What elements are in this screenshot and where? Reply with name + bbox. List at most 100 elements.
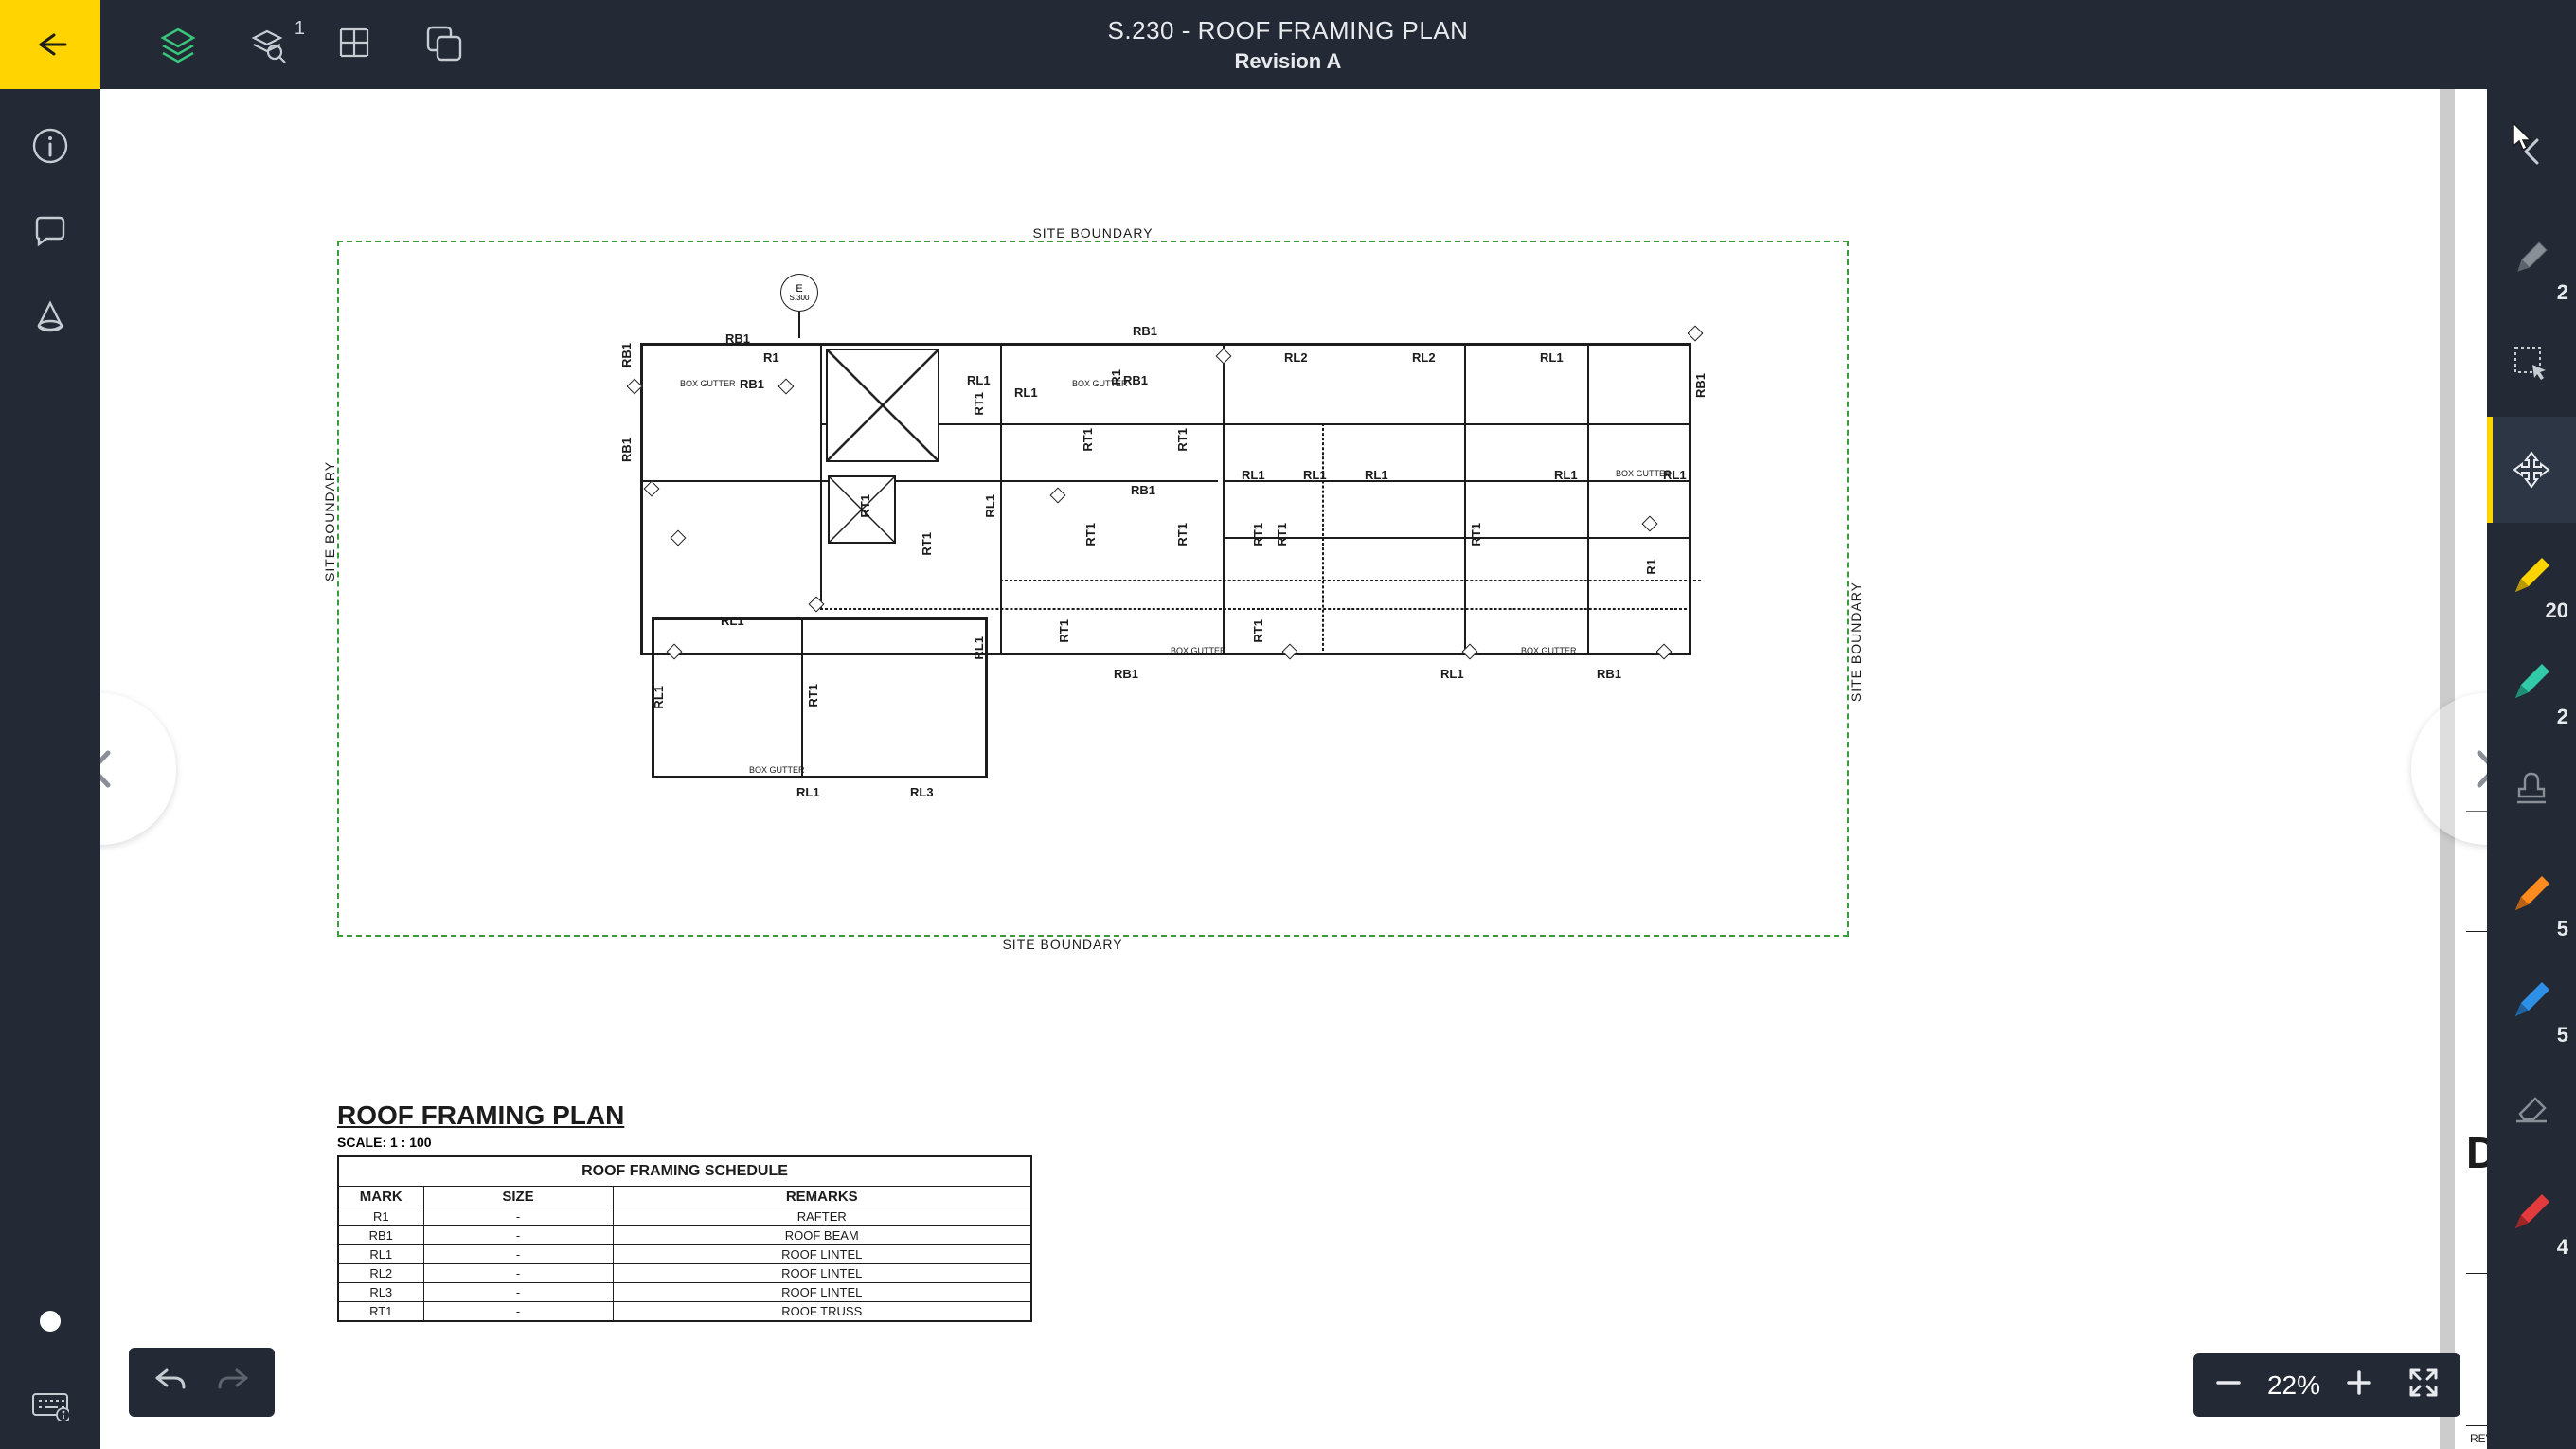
compare-button[interactable] (424, 24, 466, 65)
plan-label: RT1 (1175, 523, 1190, 546)
3d-button[interactable] (31, 297, 69, 335)
architect-label: ARCHITECT (2466, 931, 2487, 957)
plan-label: RB1 (1133, 324, 1157, 338)
tool-count: 2 (2557, 280, 2568, 305)
zoom-percent: 22% (2267, 1370, 2320, 1401)
minus-icon (2214, 1368, 2243, 1397)
pen-red-tool[interactable]: 4 (2487, 1159, 2576, 1265)
cone-icon (31, 297, 69, 335)
plan-label: RT1 (806, 684, 820, 707)
plan-label: RL1 (1303, 468, 1327, 482)
tool-count: 5 (2557, 1023, 2568, 1047)
plan-label: RT1 (1057, 619, 1071, 643)
select-tool[interactable] (2487, 311, 2576, 417)
top-header: 1 S.230 - ROOF FRAMING PLAN Revision A (0, 0, 2576, 89)
roof-plan: RB1 RB1 RB1 RB1 RB1 RB1 RB1 RB1 RB1 RB1 … (640, 333, 1701, 788)
header-toolbar: 1 (157, 24, 466, 65)
move-icon (2511, 449, 2552, 491)
redo-icon (216, 1365, 250, 1395)
left-sidebar (0, 89, 100, 1449)
pencil-icon (2511, 237, 2552, 278)
tool-count: 2 (2557, 705, 2568, 729)
page-title: S.230 - ROOF FRAMING PLAN Revision A (1108, 16, 1469, 74)
plan-label: RT1 (858, 494, 872, 518)
box-gutter-label: BOX GUTTER (1616, 469, 1672, 478)
plan-label: RT1 (1251, 523, 1265, 546)
pen-icon (2510, 1190, 2553, 1234)
plan-label: RB1 (1693, 373, 1708, 398)
undo-button[interactable] (153, 1365, 188, 1400)
schedule-header: REMARKS (613, 1187, 1031, 1208)
expand-icon (2407, 1367, 2440, 1399)
plan-label: RB1 (1131, 483, 1155, 497)
box-gutter-label: BOX GUTTER (1072, 379, 1128, 388)
zoom-out-button[interactable] (2214, 1368, 2243, 1402)
plan-label: RB1 (725, 331, 750, 346)
arrow-left-icon (31, 31, 69, 58)
search-layers-button[interactable]: 1 (246, 24, 288, 65)
plan-label: RL1 (721, 614, 744, 628)
boundary-label: SITE BOUNDARY (322, 460, 337, 581)
title-line-1: S.230 - ROOF FRAMING PLAN (1108, 16, 1469, 45)
undo-icon (153, 1365, 188, 1395)
canvas-workspace[interactable]: SITE BOUNDARY SITE BOUNDARY SITE BOUNDAR… (100, 89, 2487, 1449)
table-row: RL1-ROOF LINTEL (338, 1245, 1031, 1264)
zoom-in-button[interactable] (2345, 1368, 2373, 1402)
back-button[interactable] (0, 0, 100, 89)
plan-label: RL1 (983, 494, 997, 518)
table-row: RT1-ROOF TRUSS (338, 1302, 1031, 1322)
plan-label: RT1 (1251, 619, 1265, 643)
plan-label: RB1 (619, 438, 634, 462)
fullscreen-button[interactable] (2407, 1367, 2440, 1404)
box-gutter-label: BOX GUTTER (680, 379, 736, 388)
layers-button[interactable] (157, 24, 199, 65)
plan-label: RT1 (1275, 523, 1289, 546)
search-layers-icon (246, 24, 288, 65)
plan-label: RB1 (1114, 667, 1138, 681)
table-row: R1-RAFTER (338, 1208, 1031, 1226)
chat-icon (31, 212, 69, 250)
move-tool[interactable] (2487, 417, 2576, 523)
boundary-label: SITE BOUNDARY (1032, 225, 1153, 241)
tool-count: 20 (2546, 599, 2568, 623)
table-row: RL2-ROOF LINTEL (338, 1264, 1031, 1283)
schedule-header: MARK (338, 1187, 423, 1208)
stamp-tool[interactable] (2487, 735, 2576, 841)
plan-label: R1 (1644, 559, 1658, 575)
plus-icon (2345, 1368, 2373, 1397)
layers-icon (157, 24, 199, 65)
highlighter-orange-tool[interactable]: 5 (2487, 841, 2576, 947)
plan-scale: SCALE: 1 : 100 (337, 1135, 624, 1150)
plan-label: RB1 (619, 343, 634, 367)
brand-logo: DRAWBO (2466, 1127, 2487, 1178)
title-line-2: Revision A (1108, 49, 1469, 74)
comments-button[interactable] (31, 212, 69, 250)
highlighter-icon (2510, 660, 2553, 704)
highlighter-icon (2510, 978, 2553, 1022)
plan-label: RL2 (1412, 350, 1436, 365)
plan-label: RT1 (1175, 428, 1190, 452)
box-gutter-label: BOX GUTTER (1521, 646, 1577, 655)
highlighter-blue-tool[interactable]: 5 (2487, 947, 2576, 1053)
roof-framing-schedule: ROOF FRAMING SCHEDULE MARK SIZE REMARKS … (337, 1155, 1032, 1322)
plan-label: R1 (763, 350, 779, 365)
plan-label: RL1 (1540, 350, 1564, 365)
plan-label: RL1 (1554, 468, 1578, 482)
box-gutter-label: BOX GUTTER (749, 765, 805, 775)
chevron-left-icon (100, 745, 119, 793)
keyboard-button[interactable] (31, 1388, 69, 1421)
record-indicator[interactable] (40, 1311, 61, 1332)
eraser-tool[interactable] (2487, 1053, 2576, 1159)
plan-label: RL1 (1014, 385, 1038, 400)
redo-button[interactable] (216, 1365, 250, 1400)
highlighter-yellow-tool[interactable]: 20 (2487, 523, 2576, 629)
highlighter-teal-tool[interactable]: 2 (2487, 629, 2576, 735)
drawing-sheet[interactable]: SITE BOUNDARY SITE BOUNDARY SITE BOUNDAR… (100, 89, 2440, 1449)
plan-label: RB1 (740, 377, 764, 391)
grid-icon (335, 24, 373, 62)
pencil-tool[interactable]: 2 (2487, 205, 2576, 311)
compare-icon (424, 24, 464, 63)
grid-button[interactable] (335, 24, 377, 65)
table-row: RB1-ROOF BEAM (338, 1226, 1031, 1245)
info-button[interactable] (31, 127, 69, 165)
